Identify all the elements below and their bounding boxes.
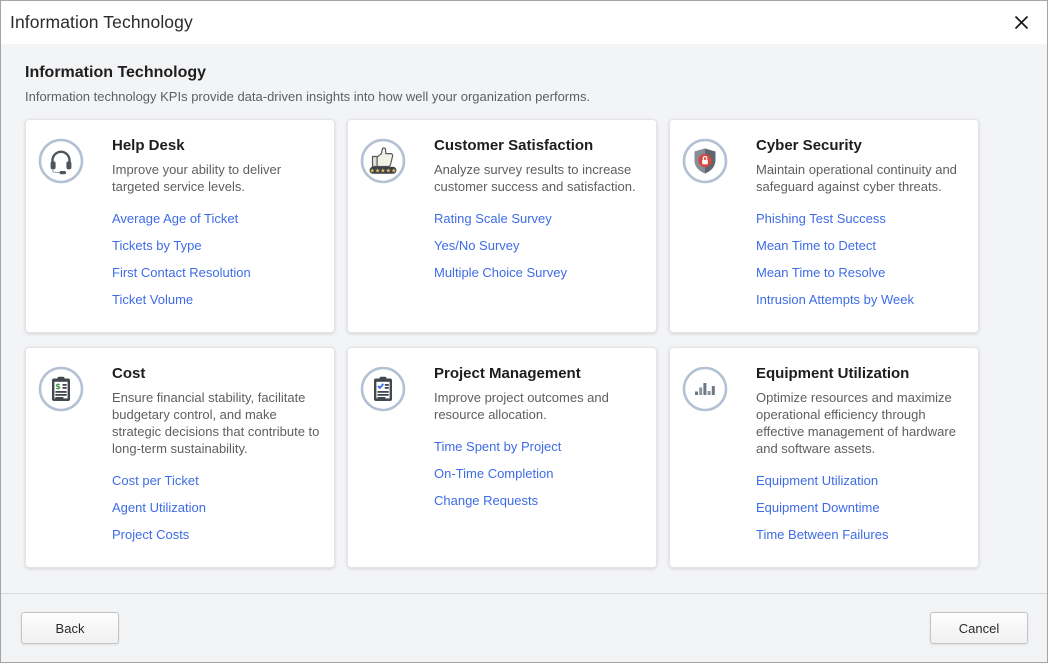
kpi-link[interactable]: Rating Scale Survey (434, 211, 552, 226)
kpi-link[interactable]: Cost per Ticket (112, 473, 199, 488)
card-description: Maintain operational continuity and safe… (756, 161, 966, 195)
card-link-list: Rating Scale Survey Yes/No Survey Multiple… (434, 210, 644, 282)
card-link-list: Time Spent by Project On-Time Completion C… (434, 438, 644, 510)
close-button[interactable] (1009, 11, 1033, 35)
kpi-link[interactable]: Tickets by Type (112, 238, 202, 253)
card-title: Cyber Security (756, 137, 966, 154)
card-description: Analyze survey results to increase custo… (434, 161, 644, 195)
card-description: Improve project outcomes and resource al… (434, 389, 644, 423)
kpi-link[interactable]: Project Costs (112, 527, 189, 542)
page-title: Information Technology (25, 64, 1023, 82)
card-title: Equipment Utilization (756, 365, 966, 382)
shield-lock-icon (682, 138, 728, 184)
card-link-list: Phishing Test Success Mean Time to Detect… (756, 210, 966, 309)
kpi-link[interactable]: Change Requests (434, 493, 538, 508)
kpi-link[interactable]: Phishing Test Success (756, 211, 886, 226)
kpi-category-grid: Help Desk Improve your ability to delive… (25, 119, 1023, 568)
card-description: Improve your ability to deliver targeted… (112, 161, 322, 195)
kpi-link[interactable]: Equipment Utilization (756, 473, 878, 488)
thumbs-up-rating-icon: ★★★★★ (360, 138, 406, 184)
card-link-list: Equipment Utilization Equipment Downtime T… (756, 472, 966, 544)
dialog-footer: Back Cancel (1, 593, 1047, 662)
card-title: Cost (112, 365, 322, 382)
headset-icon (38, 138, 84, 184)
cancel-button[interactable]: Cancel (930, 612, 1028, 644)
kpi-category-card: ★★★★★ Customer Satisfaction Analyze surv… (347, 119, 657, 333)
dialog-titlebar: Information Technology (1, 1, 1047, 44)
kpi-link[interactable]: Intrusion Attempts by Week (756, 292, 914, 307)
kpi-link[interactable]: Average Age of Ticket (112, 211, 238, 226)
card-title: Customer Satisfaction (434, 137, 644, 154)
kpi-link[interactable]: Agent Utilization (112, 500, 206, 515)
card-title: Project Management (434, 365, 644, 382)
kpi-link[interactable]: Mean Time to Detect (756, 238, 876, 253)
kpi-category-card: Help Desk Improve your ability to delive… (25, 119, 335, 333)
card-description: Ensure financial stability, facilitate b… (112, 389, 322, 457)
svg-text:$: $ (55, 382, 61, 391)
page-description: Information technology KPIs provide data… (25, 89, 1023, 104)
kpi-link[interactable]: Time Spent by Project (434, 439, 561, 454)
kpi-link[interactable]: On-Time Completion (434, 466, 553, 481)
card-link-list: Cost per Ticket Agent Utilization Project … (112, 472, 322, 544)
dialog-title: Information Technology (10, 12, 193, 33)
kpi-category-card: Cyber Security Maintain operational cont… (669, 119, 979, 333)
card-description: Optimize resources and maximize operatio… (756, 389, 966, 457)
card-link-list: Average Age of Ticket Tickets by Type Firs… (112, 210, 322, 309)
dialog-content: Information Technology Information techn… (1, 44, 1047, 593)
kpi-link[interactable]: Mean Time to Resolve (756, 265, 885, 280)
kpi-link[interactable]: Multiple Choice Survey (434, 265, 567, 280)
kpi-link[interactable]: Equipment Downtime (756, 500, 880, 515)
bar-chart-icon (682, 366, 728, 412)
close-icon (1013, 14, 1030, 31)
kpi-category-card: $ Cost Ensure financial stability, facil… (25, 347, 335, 568)
kpi-category-card: Project Management Improve project outco… (347, 347, 657, 568)
kpi-link[interactable]: Yes/No Survey (434, 238, 520, 253)
project-checklist-icon (360, 366, 406, 412)
kpi-link[interactable]: Time Between Failures (756, 527, 888, 542)
card-title: Help Desk (112, 137, 322, 154)
information-technology-dialog: Information Technology Information Techn… (0, 0, 1048, 663)
kpi-link[interactable]: Ticket Volume (112, 292, 193, 307)
cost-clipboard-icon: $ (38, 366, 84, 412)
back-button[interactable]: Back (21, 612, 119, 644)
kpi-category-card: Equipment Utilization Optimize resources… (669, 347, 979, 568)
svg-text:★★★★★: ★★★★★ (370, 168, 397, 175)
kpi-link[interactable]: First Contact Resolution (112, 265, 251, 280)
